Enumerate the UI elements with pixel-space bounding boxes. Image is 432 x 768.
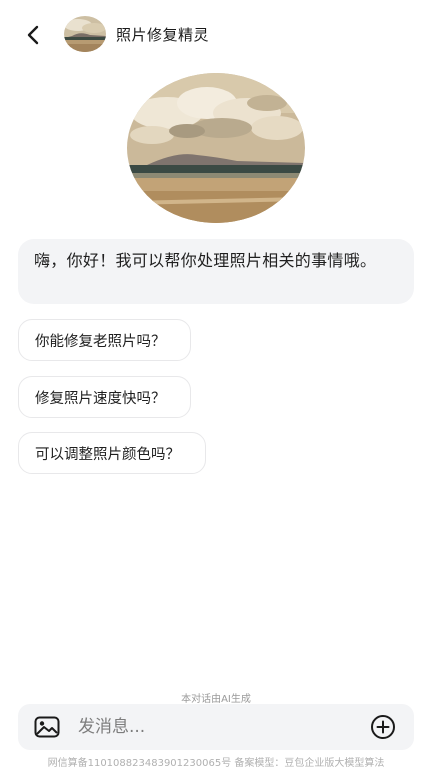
chat-page: 照片修复精灵 嗨，你好！我可以帮你处理照片相关的事情哦。 你能修复老照片吗？ 修… [0,0,432,768]
greeting-message: 嗨，你好！我可以帮你处理照片相关的事情哦。 [18,239,414,304]
more-options-button[interactable] [370,714,396,740]
landscape-illustration [127,73,305,223]
landscape-icon [64,16,106,52]
suggestion-chip[interactable]: 你能修复老照片吗？ [18,319,191,361]
bot-avatar[interactable] [64,16,106,52]
regulatory-footer: 网信算备110108823483901230065号 备案模型：豆包企业版大模型… [47,758,385,768]
message-input[interactable] [78,712,358,742]
image-icon [34,716,60,738]
ai-generated-notice: 本对话由AI生成 [181,694,251,705]
bot-hero-avatar [127,73,305,223]
plus-circle-icon [371,715,395,739]
header: 照片修复精灵 [0,0,432,68]
suggestion-chip[interactable]: 修复照片速度快吗？ [18,376,191,418]
suggestion-label: 你能修复老照片吗？ [35,333,166,350]
suggestion-chip[interactable]: 可以调整照片颜色吗？ [18,432,206,474]
suggestion-label: 可以调整照片颜色吗？ [35,446,180,463]
page-title: 照片修复精灵 [116,26,210,44]
chevron-left-icon [27,25,39,45]
suggestion-label: 修复照片速度快吗？ [35,390,166,407]
message-composer [18,704,414,750]
back-button[interactable] [18,20,48,50]
image-upload-button[interactable] [34,715,60,739]
